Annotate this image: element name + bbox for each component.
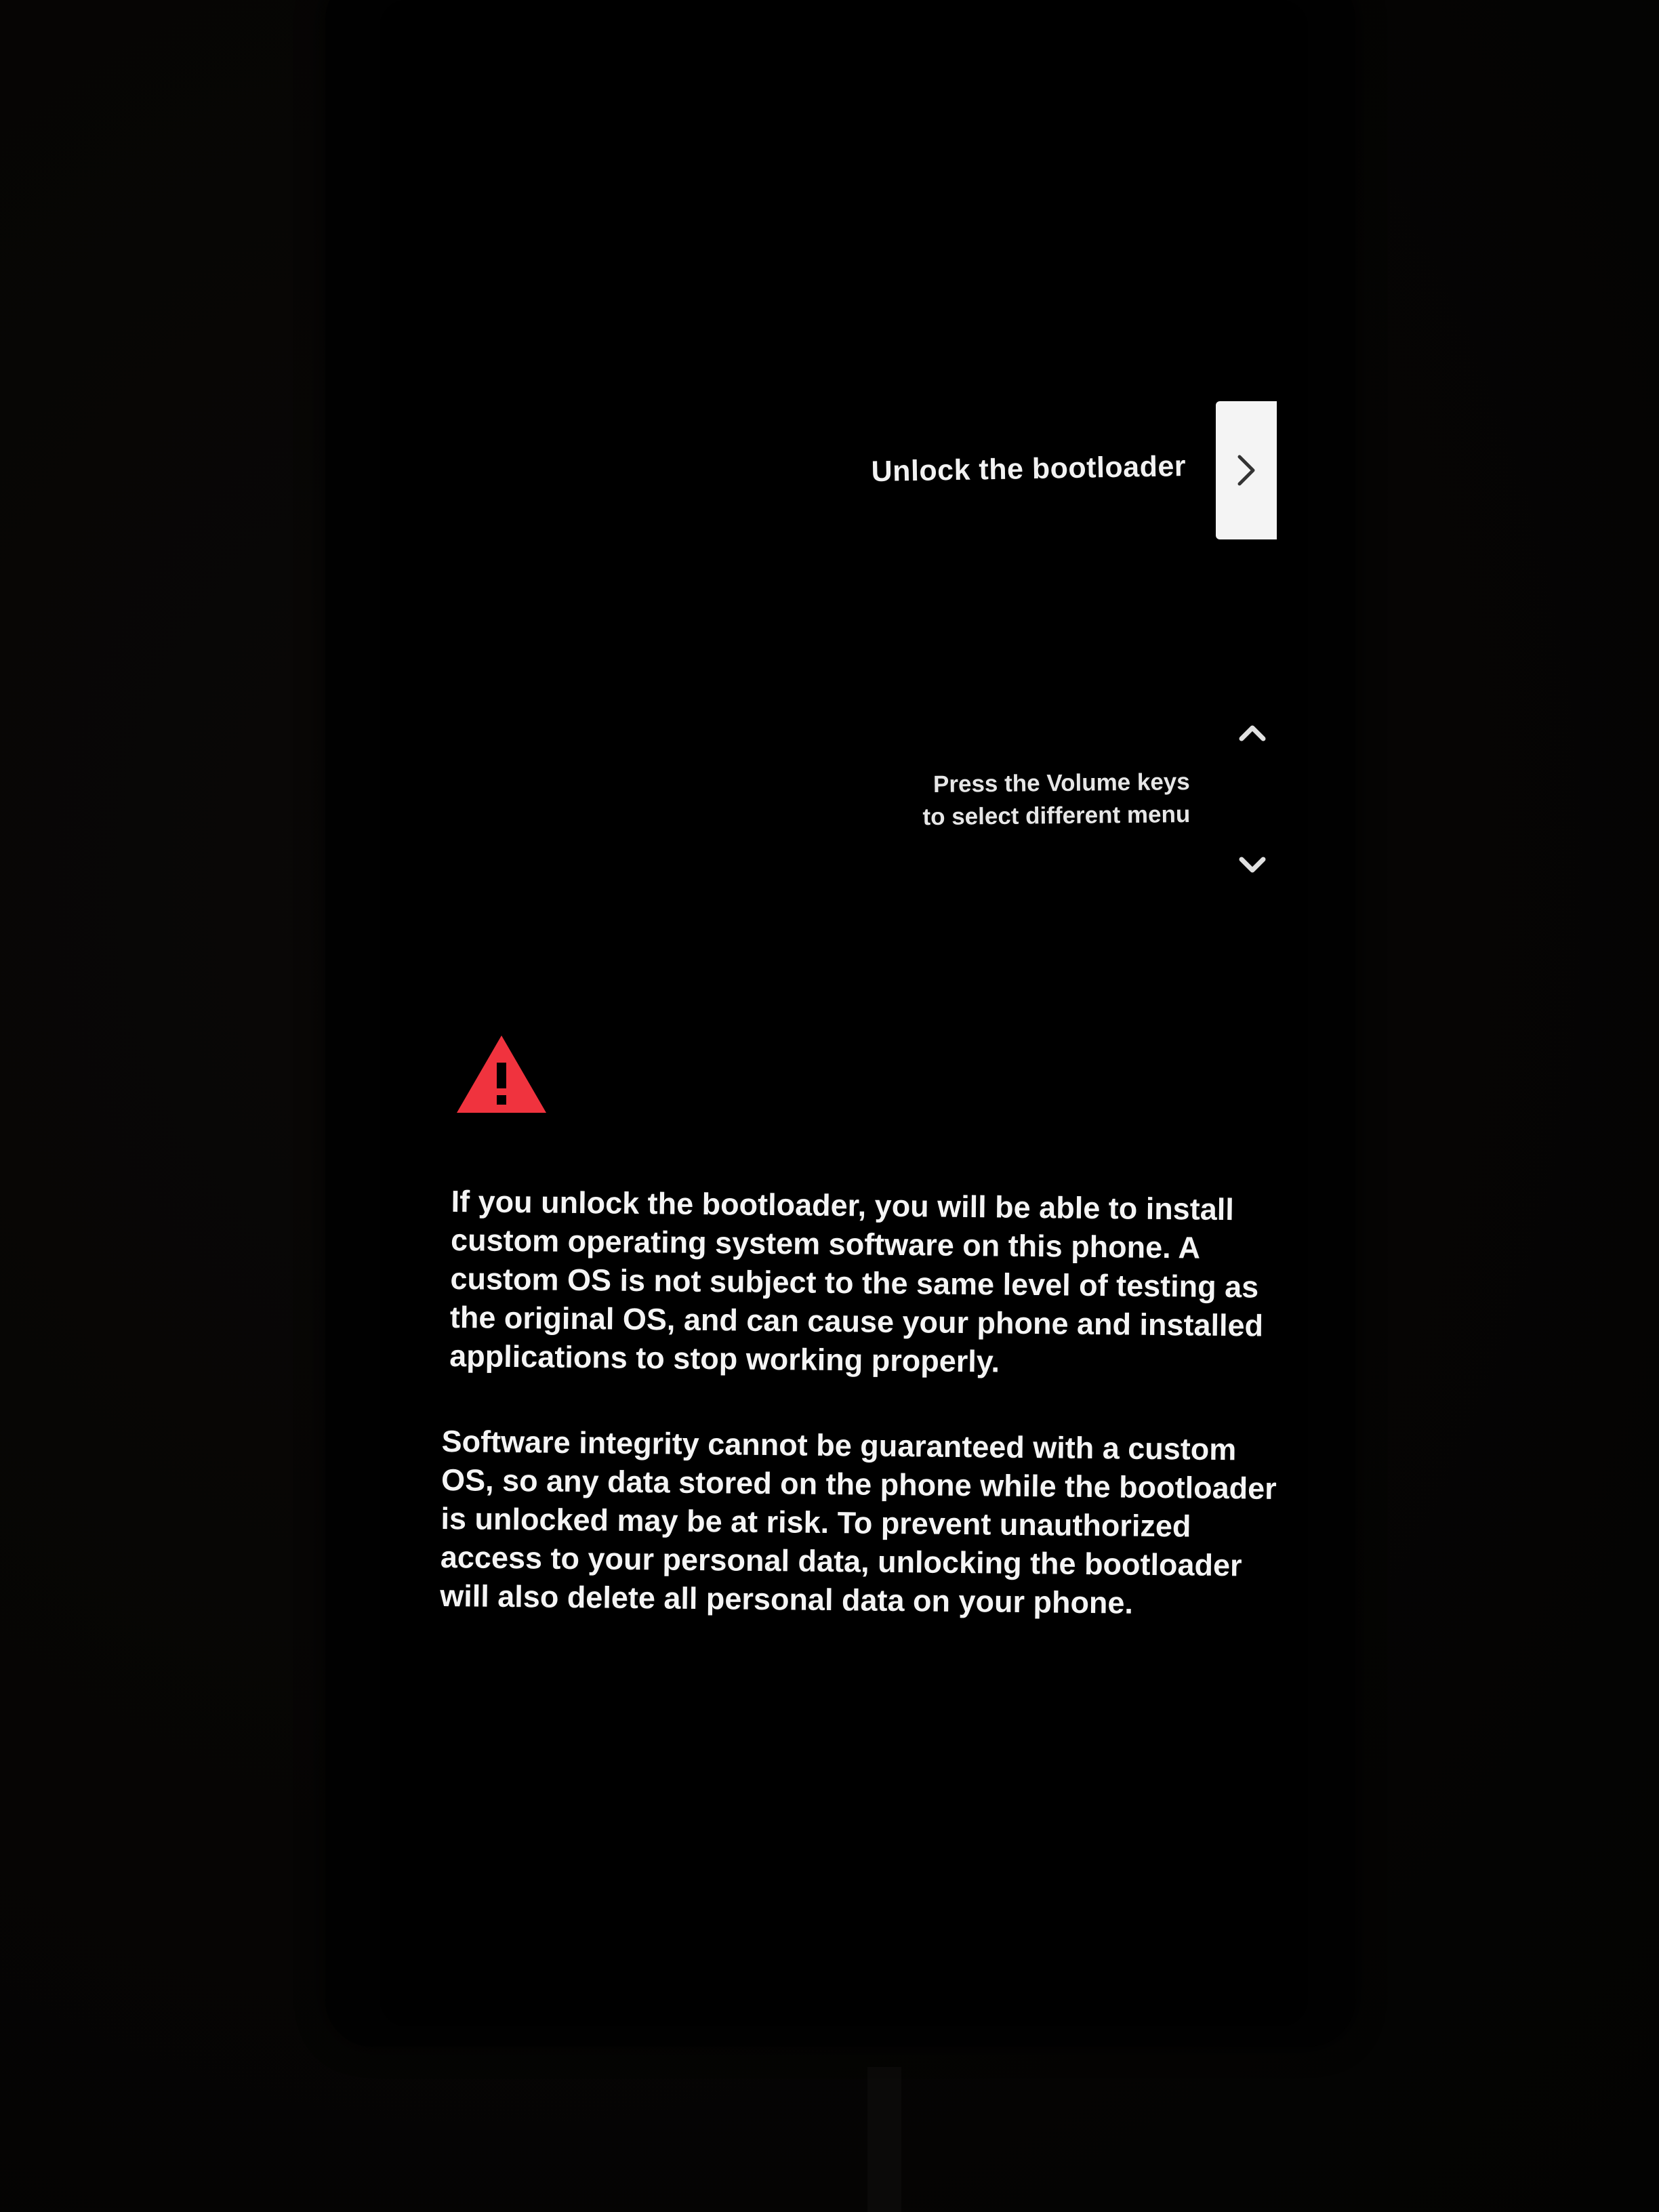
warning-paragraph-1: If you unlock the bootloader, you will b…	[449, 1182, 1265, 1384]
warning-triangle-icon	[457, 1036, 546, 1113]
chevron-right-icon	[1237, 455, 1255, 486]
hint-line-2: to select different menu	[922, 800, 1191, 831]
volume-keys-hint: Press the Volume keys to select differen…	[813, 766, 1191, 835]
usb-cable	[867, 2067, 901, 2212]
bootloader-screen	[380, 0, 1308, 2026]
chevron-down-icon[interactable]	[1237, 855, 1267, 876]
menu-option-label[interactable]: Unlock the bootloader	[834, 450, 1187, 489]
warning-paragraph-2: Software integrity cannot be guaranteed …	[440, 1422, 1282, 1624]
menu-select-button[interactable]	[1216, 401, 1277, 539]
hint-line-1: Press the Volume keys	[933, 769, 1190, 798]
chevron-up-icon[interactable]	[1237, 722, 1267, 743]
